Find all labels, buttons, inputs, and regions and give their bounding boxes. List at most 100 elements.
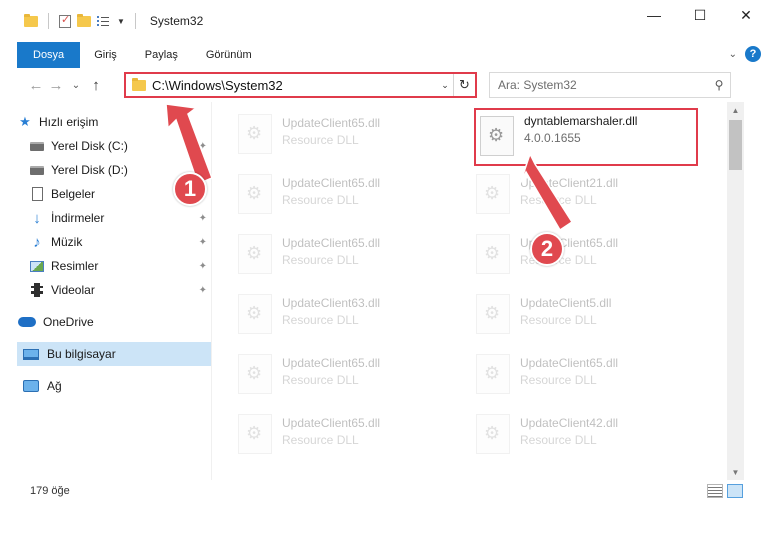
file-name: dyntablemarshaler.dll <box>524 114 638 128</box>
sidebar-item-downloads[interactable]: ↓ İndirmeler ✦ <box>17 207 211 229</box>
file-description: Resource DLL <box>520 313 597 327</box>
new-folder-icon[interactable] <box>77 13 91 27</box>
sidebar-item-label: Bu bilgisayar <box>47 347 116 361</box>
file-description: Resource DLL <box>282 253 359 267</box>
list-item[interactable]: UpdateClient65.dllResource DLL <box>238 108 468 158</box>
sidebar-item-label: İndirmeler <box>51 211 105 225</box>
list-item[interactable]: UpdateClient65.dllResource DLL <box>238 168 468 218</box>
dll-file-icon <box>476 354 510 394</box>
list-properties-icon[interactable] <box>97 15 111 27</box>
list-item[interactable]: UpdateClient65.dll Resource DLL <box>238 408 468 458</box>
cloud-icon <box>18 317 36 327</box>
back-button[interactable]: ← <box>26 75 46 95</box>
pin-icon: ✦ <box>198 164 207 176</box>
file-name: UpdateClient65.dll <box>282 116 381 130</box>
highlighted-file-dyntablemarshaler[interactable]: dyntablemarshaler.dll 4.0.0.1655 <box>474 108 698 166</box>
tab-view[interactable]: Görünüm <box>192 42 266 68</box>
window-controls: — ☐ ✕ <box>631 0 769 30</box>
sidebar-item-label: Hızlı erişim <box>39 115 99 129</box>
music-icon: ♪ <box>33 233 41 251</box>
help-icon[interactable]: ? <box>745 46 761 62</box>
drive-icon <box>30 141 44 151</box>
dll-file-icon <box>238 114 272 154</box>
file-name: UpdateClient42.dll <box>520 416 619 430</box>
file-name: UpdateClient65.dll <box>520 356 619 370</box>
document-icon <box>31 187 43 201</box>
search-icon[interactable]: ⚲ <box>708 78 730 92</box>
ribbon-tabs: Dosya Giriş Paylaş Görünüm ⌄ ? <box>0 42 769 68</box>
tiles-view-icon[interactable] <box>727 484 743 498</box>
status-bar: 179 öğe <box>0 480 769 502</box>
sidebar-item-label: OneDrive <box>43 315 94 329</box>
sidebar-item-label: Ağ <box>47 379 62 393</box>
forward-button[interactable]: → <box>46 75 66 95</box>
navigation-pane: ★ Hızlı erişim Yerel Disk (C:) ✦ Yerel D… <box>17 110 211 470</box>
close-button[interactable]: ✕ <box>723 0 769 30</box>
folder-icon <box>24 13 38 27</box>
scroll-up-icon[interactable]: ▲ <box>727 102 744 118</box>
file-name: UpdateClient63.dll <box>282 296 381 310</box>
pin-icon: ✦ <box>198 236 207 248</box>
tab-share[interactable]: Paylaş <box>131 42 192 68</box>
expand-ribbon-icon[interactable]: ⌄ <box>729 49 737 60</box>
dll-file-icon <box>480 116 514 156</box>
pin-icon: ✦ <box>198 260 207 272</box>
dll-file-icon <box>476 294 510 334</box>
sidebar-item-this-pc[interactable]: Bu bilgisayar <box>17 342 211 366</box>
scroll-down-icon[interactable]: ▼ <box>727 464 744 480</box>
list-item[interactable]: UpdateClient65.dllResource DLL <box>238 228 468 278</box>
file-name: UpdateClient65.dll <box>282 416 381 430</box>
pin-icon: ✦ <box>198 212 207 224</box>
recent-locations-button[interactable]: ⌄ <box>66 75 86 95</box>
file-name: UpdateClient21.dll <box>520 176 619 190</box>
dll-file-icon <box>476 174 510 214</box>
window-title: System32 <box>149 14 204 28</box>
pictures-icon <box>30 260 44 272</box>
customize-toolbar-chevron-icon[interactable]: ▼ <box>117 17 125 26</box>
drive-icon <box>30 165 44 175</box>
view-switcher <box>707 484 743 498</box>
search-box[interactable]: Ara: System32 ⚲ <box>489 72 731 98</box>
sidebar-item-label: Videolar <box>51 283 95 297</box>
tab-file[interactable]: Dosya <box>17 42 81 68</box>
dll-file-icon <box>476 414 510 454</box>
up-button[interactable]: ↑ <box>86 75 106 95</box>
sidebar-item-quick-access[interactable]: ★ Hızlı erişim <box>17 111 211 133</box>
navigation-bar: ← → ⌄ ↑ C:\Windows\System32 ⌄ ↻ Ara: Sys… <box>0 68 769 102</box>
refresh-button[interactable]: ↻ <box>453 74 475 96</box>
sidebar-item-network[interactable]: Ağ <box>17 375 211 397</box>
maximize-button[interactable]: ☐ <box>677 0 723 30</box>
address-dropdown-icon[interactable]: ⌄ <box>437 80 453 91</box>
list-item[interactable]: UpdateClient21.dll Resource DLL <box>476 168 706 218</box>
file-description: Resource DLL <box>282 433 359 447</box>
scroll-thumb[interactable] <box>729 120 742 170</box>
list-item[interactable]: UpdateClient5.dll Resource DLL <box>476 288 706 338</box>
list-item[interactable]: UpdateClient63.dll Resource DLL <box>238 288 468 338</box>
tab-home[interactable]: Giriş <box>80 42 131 68</box>
search-input[interactable]: Ara: System32 <box>498 78 708 92</box>
dll-file-icon <box>238 174 272 214</box>
minimize-button[interactable]: — <box>631 0 677 30</box>
dll-file-icon <box>238 354 272 394</box>
sidebar-item-videos[interactable]: Videolar ✦ <box>17 279 211 301</box>
properties-check-icon[interactable] <box>59 13 71 28</box>
details-view-icon[interactable] <box>707 484 723 498</box>
step-badge-2: 2 <box>530 232 564 266</box>
list-item[interactable]: UpdateClient42.dll Resource DLL <box>476 408 706 458</box>
file-list: UpdateClient65.dll Resource DLL UpdateCli… <box>212 102 727 480</box>
star-icon: ★ <box>19 114 31 129</box>
computer-icon <box>23 348 39 360</box>
vertical-scrollbar[interactable]: ▲ ▼ <box>727 102 744 480</box>
sidebar-item-onedrive[interactable]: OneDrive <box>17 311 211 333</box>
sidebar-item-pictures[interactable]: Resimler ✦ <box>17 255 211 277</box>
network-icon <box>23 380 39 392</box>
sidebar-item-music[interactable]: ♪ Müzik ✦ <box>17 231 211 253</box>
list-item[interactable]: UpdateClient65.dllResource DLL <box>476 348 706 398</box>
list-item[interactable]: UpdateClient65.dllResource DLL <box>476 228 706 278</box>
toolbar-separator <box>48 13 49 29</box>
sidebar-item-local-disk-c[interactable]: Yerel Disk (C:) ✦ <box>17 135 211 157</box>
list-item[interactable]: UpdateClient65.dllResource DLL <box>238 348 468 398</box>
address-bar[interactable]: C:\Windows\System32 ⌄ ↻ <box>124 72 477 98</box>
address-path[interactable]: C:\Windows\System32 <box>152 78 437 93</box>
step-badge-1: 1 <box>173 172 207 206</box>
